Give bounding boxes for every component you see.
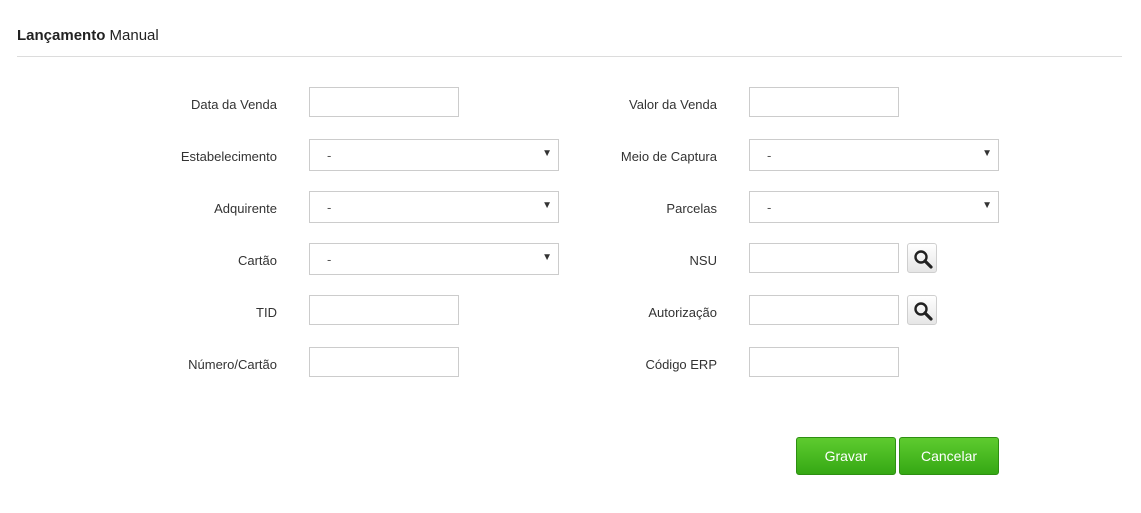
search-icon [914,250,933,269]
parcelas-label: Parcelas [666,201,717,216]
cartao-label: Cartão [237,253,277,268]
chevron-down-icon: ▼ [982,148,992,159]
gravar-button[interactable]: Gravar [796,437,896,475]
estabelecimento-label: Estabelecimento [180,149,277,164]
meio-captura-value: - [767,148,772,163]
autorizacao-label: Autorização [648,305,717,320]
chevron-down-icon: ▼ [542,148,552,159]
parcelas-value: - [767,200,772,215]
autorizacao-input[interactable] [749,295,899,325]
autorizacao-search-button[interactable] [907,295,937,325]
search-icon [914,302,933,321]
header-divider [17,56,1122,57]
tid-label: TID [256,305,277,320]
chevron-down-icon: ▼ [542,252,552,263]
numero-cartao-input[interactable] [309,347,459,377]
valor-venda-label: Valor da Venda [629,97,717,112]
cartao-select[interactable]: - ▼ [309,243,559,275]
adquirente-select[interactable]: - ▼ [309,191,559,223]
codigo-erp-input[interactable] [749,347,899,377]
data-venda-label: Data da Venda [190,97,277,112]
parcelas-select[interactable]: - ▼ [749,191,999,223]
cartao-value: - [327,252,332,267]
cancelar-button[interactable]: Cancelar [899,437,999,475]
chevron-down-icon: ▼ [542,200,552,211]
chevron-down-icon: ▼ [982,200,992,211]
meio-captura-select[interactable]: - ▼ [749,139,999,171]
page-title-bold: Lançamento [17,27,106,44]
estabelecimento-value: - [327,148,332,163]
numero-cartao-label: Número/Cartão [188,357,277,372]
estabelecimento-select[interactable]: - ▼ [309,139,559,171]
tid-input[interactable] [309,295,459,325]
adquirente-label: Adquirente [214,201,277,216]
nsu-label: NSU [689,253,717,268]
page-title: Lançamento Manual [17,27,159,44]
nsu-search-button[interactable] [907,243,937,273]
adquirente-value: - [327,200,332,215]
codigo-erp-label: Código ERP [645,357,717,372]
data-venda-input[interactable] [309,87,459,117]
page-title-rest: Manual [109,27,159,44]
nsu-input[interactable] [749,243,899,273]
valor-venda-input[interactable] [749,87,899,117]
meio-captura-label: Meio de Captura [620,149,717,164]
